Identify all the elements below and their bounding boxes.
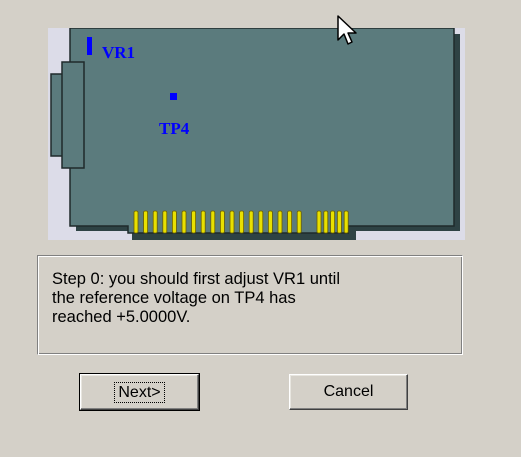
connector-finger xyxy=(172,210,177,234)
connector-finger xyxy=(152,210,158,234)
instruction-text: Step 0: you should first adjust VR1 unti… xyxy=(52,270,340,326)
connector-finger xyxy=(239,210,245,234)
connector-finger xyxy=(143,210,148,234)
cancel-button[interactable]: Cancel xyxy=(289,374,408,410)
connector-finger xyxy=(248,210,254,234)
connector-finger xyxy=(316,210,322,234)
board-diagram-panel: VR1 TP4 xyxy=(48,28,465,240)
connector-body xyxy=(61,61,85,169)
connector-finger xyxy=(323,210,329,234)
connector-finger xyxy=(258,210,264,234)
tp4-marker xyxy=(170,93,177,100)
connector-finger xyxy=(336,210,342,234)
connector-finger xyxy=(181,210,187,234)
next-button[interactable]: Next> xyxy=(79,373,200,411)
connector-finger xyxy=(296,210,302,234)
connector-finger xyxy=(133,210,139,234)
connector-finger xyxy=(229,210,235,234)
connector-finger xyxy=(162,210,168,234)
connector-finger xyxy=(277,210,283,234)
connector-finger xyxy=(200,210,206,234)
connector-finger xyxy=(210,210,216,234)
calibration-dialog: VR1 TP4 Step 0: you should first adjust … xyxy=(0,0,521,457)
connector-finger xyxy=(219,210,225,234)
instruction-box: Step 0: you should first adjust VR1 unti… xyxy=(37,255,463,355)
connector-finger xyxy=(191,210,197,234)
connector-finger xyxy=(267,210,273,234)
vr1-marker xyxy=(87,37,92,55)
connector-finger xyxy=(287,210,293,234)
connector-finger xyxy=(330,210,336,234)
next-button-label: Next> xyxy=(114,381,165,403)
cancel-button-label: Cancel xyxy=(323,383,374,400)
vr1-label: VR1 xyxy=(102,43,135,62)
pcb-board-diagram: VR1 TP4 xyxy=(50,28,460,240)
connector-finger xyxy=(343,210,349,234)
tp4-label: TP4 xyxy=(159,119,190,138)
arrow-pointer-icon xyxy=(337,15,357,45)
